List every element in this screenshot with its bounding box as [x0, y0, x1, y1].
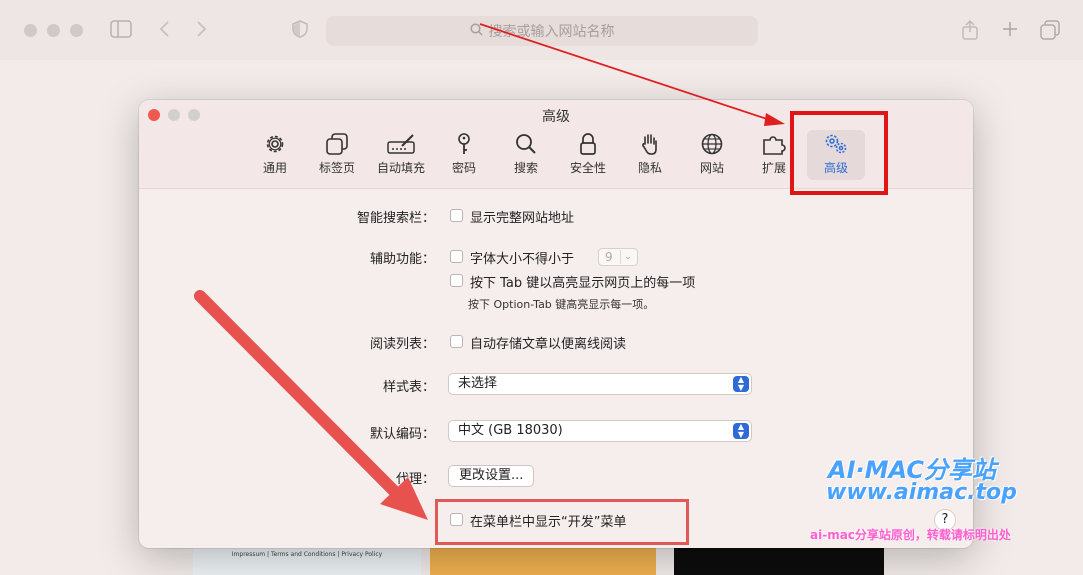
pencil-field-icon — [387, 134, 415, 154]
chevron-down-icon: ⌄ — [620, 250, 635, 264]
share-icon[interactable] — [962, 19, 978, 45]
tab-passwords[interactable]: 密码 — [435, 130, 493, 180]
gear-icon — [266, 135, 284, 153]
stylesheet-select[interactable]: 未选择 ▲ ▼ — [448, 373, 752, 395]
tab-highlight-checkbox[interactable] — [450, 274, 463, 287]
tab-general-label: 通用 — [262, 161, 287, 175]
tabs-icon — [326, 133, 348, 155]
page-dark-strip — [674, 548, 884, 575]
window-close-button[interactable] — [24, 24, 37, 37]
tab-autofill-label: 自动填充 — [376, 161, 425, 175]
tab-autofill[interactable]: 自动填充 — [368, 130, 434, 180]
tab-privacy[interactable]: 隐私 — [621, 130, 679, 180]
key-icon — [458, 133, 470, 154]
encoding-label: 默认编码： — [369, 427, 435, 442]
page-image-strip — [430, 548, 656, 575]
min-font-option: 字体大小不得小于 — [470, 252, 575, 267]
updown-stepper-icon: ▲ ▼ — [733, 423, 749, 439]
smart-search-label: 智能搜索栏： — [356, 211, 435, 226]
browser-toolbar: 搜索或输入网站名称 — [0, 0, 1083, 61]
stylesheet-value: 未选择 — [458, 376, 498, 391]
updown-stepper-icon: ▲ ▼ — [733, 376, 749, 392]
page-footer-text: Impressum | Terms and Conditions | Priva… — [231, 551, 383, 558]
min-font-size-select[interactable]: 9 ⌄ — [598, 248, 638, 266]
change-proxy-settings-button[interactable]: 更改设置... — [448, 465, 535, 487]
address-placeholder: 搜索或输入网站名称 — [488, 24, 615, 40]
search-icon — [469, 22, 483, 40]
shield-icon[interactable] — [292, 20, 308, 43]
lock-icon — [580, 133, 596, 155]
sidebar-icon[interactable] — [110, 20, 132, 43]
tab-search-label: 搜索 — [513, 161, 538, 175]
encoding-value: 中文 (GB 18030) — [458, 423, 563, 438]
full-address-checkbox[interactable] — [450, 209, 463, 222]
puzzle-icon — [763, 136, 786, 155]
tab-security-label: 安全性 — [569, 161, 606, 175]
tab-extensions-label: 扩展 — [761, 161, 786, 175]
accessibility-label: 辅助功能： — [369, 252, 435, 267]
new-tab-icon[interactable] — [1001, 20, 1019, 43]
min-font-checkbox[interactable] — [450, 250, 463, 263]
tab-security[interactable]: 安全性 — [559, 130, 617, 180]
globe-icon — [701, 133, 723, 155]
advanced-tab-highlight — [790, 111, 888, 195]
encoding-select[interactable]: 中文 (GB 18030) ▲ ▼ — [448, 420, 752, 442]
develop-menu-highlight — [435, 499, 689, 545]
proxy-label: 代理： — [395, 472, 435, 487]
window-zoom-button[interactable] — [70, 24, 83, 37]
magnifier-icon — [516, 134, 536, 154]
tab-general[interactable]: 通用 — [246, 130, 304, 180]
reading-list-label: 阅读列表： — [369, 337, 435, 352]
tab-websites[interactable]: 网站 — [683, 130, 741, 180]
tab-privacy-label: 隐私 — [637, 161, 662, 175]
tab-websites-label: 网站 — [699, 161, 724, 175]
tab-highlight-hint: 按下 Option-Tab 键高亮显示每一项。 — [468, 298, 655, 311]
tab-highlight-option: 按下 Tab 键以高亮显示网页上的每一项 — [470, 276, 696, 291]
stylesheet-label: 样式表： — [382, 380, 435, 395]
tab-overview-icon[interactable] — [1040, 20, 1060, 45]
min-font-size-value: 9 — [605, 250, 613, 264]
hand-icon — [642, 134, 657, 155]
tab-search[interactable]: 搜索 — [497, 130, 555, 180]
back-icon[interactable] — [158, 20, 170, 43]
preferences-toolbar: 高级 通用 标签页 自动填充 密码 搜索 安全性 隐私 网站 扩展 高级 — [139, 100, 973, 195]
forward-icon[interactable] — [196, 20, 208, 43]
offline-reading-option: 自动存储文章以便离线阅读 — [470, 337, 627, 352]
watermark-note: ai-mac分享站原创，转载请标明出处 — [810, 528, 1011, 542]
full-address-option: 显示完整网站地址 — [470, 211, 575, 226]
offline-reading-checkbox[interactable] — [450, 335, 463, 348]
page-footer-strip: Impressum | Terms and Conditions | Priva… — [193, 548, 421, 575]
tab-passwords-label: 密码 — [451, 161, 476, 175]
tab-tabs-label: 标签页 — [318, 161, 355, 175]
watermark-url: www.aimac.top — [826, 480, 1017, 505]
address-bar[interactable]: 搜索或输入网站名称 — [326, 16, 758, 46]
window-minimize-button[interactable] — [47, 24, 60, 37]
tab-tabs[interactable]: 标签页 — [308, 130, 366, 180]
